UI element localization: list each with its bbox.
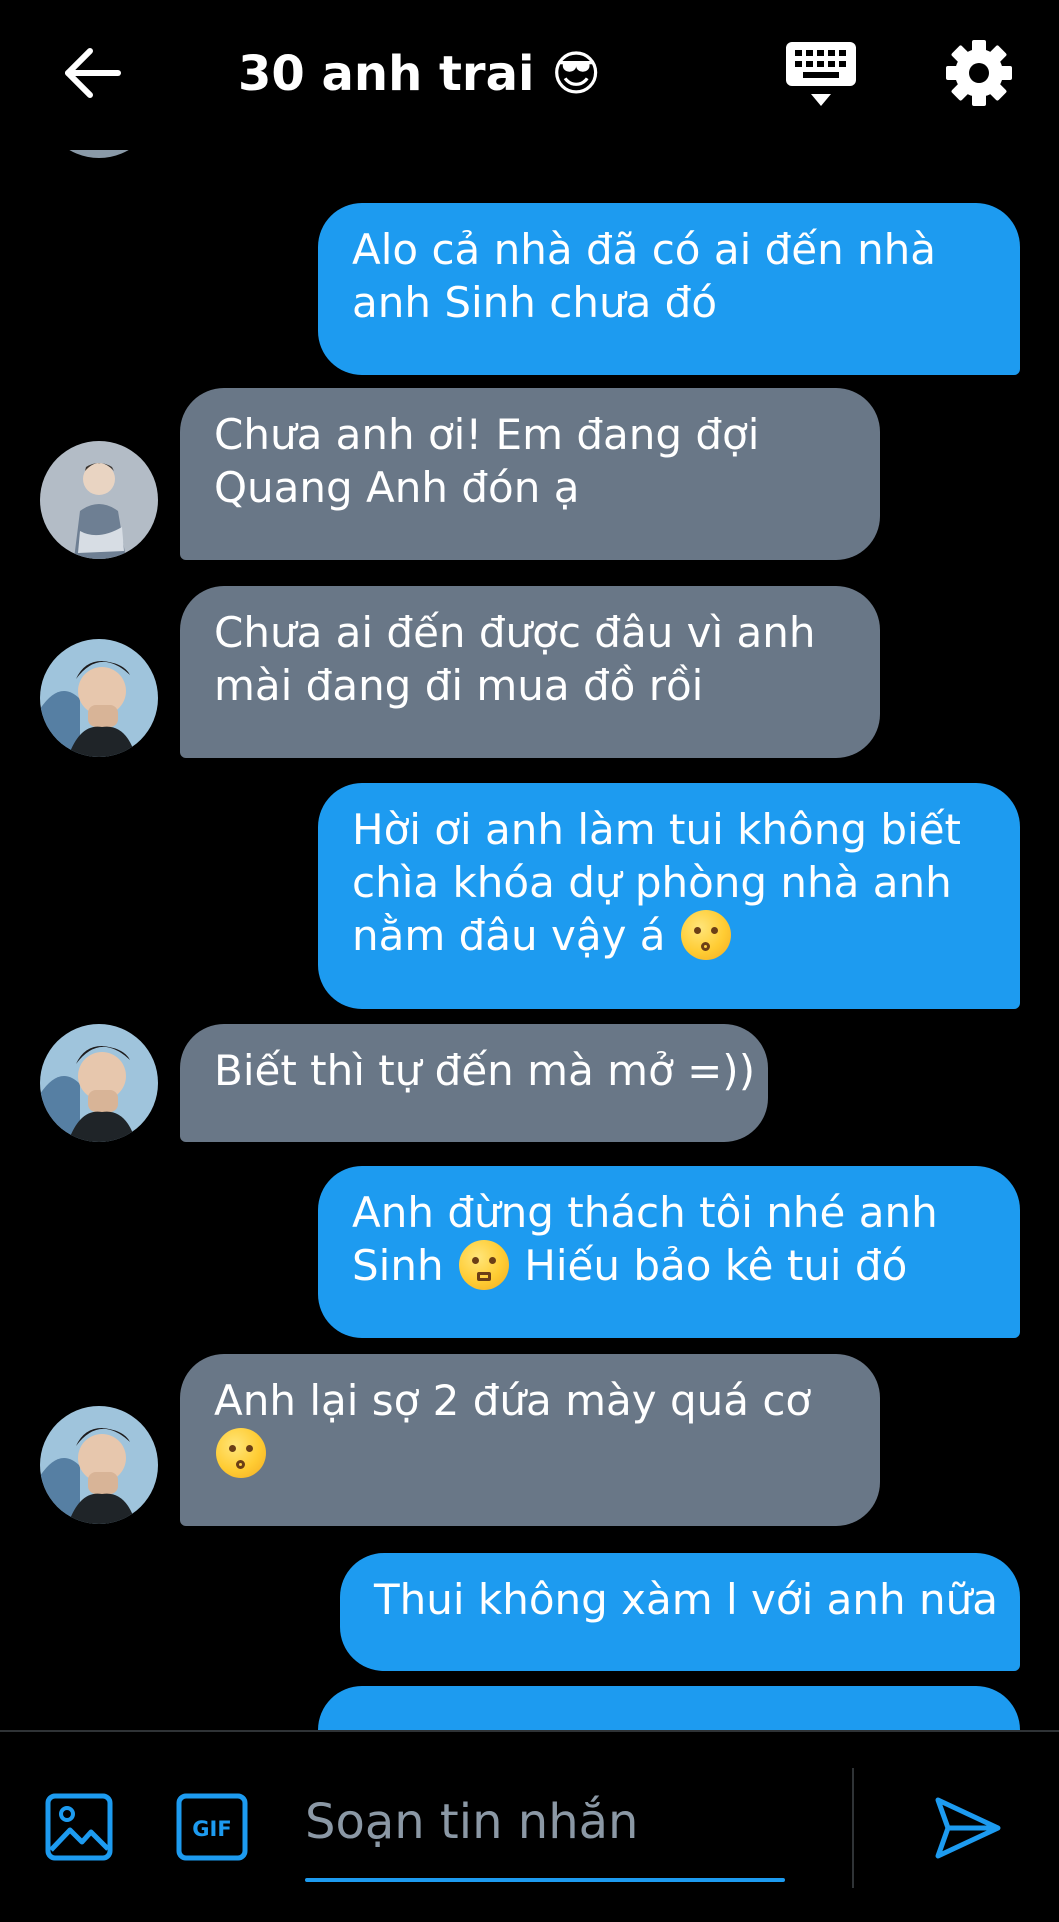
message-line: Hời ơi anh làm tui không biết bbox=[352, 805, 962, 854]
message-input[interactable] bbox=[305, 1794, 785, 1850]
message-bubble-incoming[interactable]: Biết thì tự đến mà mở =)) bbox=[180, 1024, 768, 1142]
message-line: Quang Anh đón ạ bbox=[214, 463, 580, 512]
message-bubble-outgoing[interactable]: Anh đừng thách tôi nhé anh Sinh Hiếu bảo… bbox=[318, 1166, 1020, 1338]
message-line: nằm đâu vậy á bbox=[352, 909, 986, 962]
message-line: mài đang đi mua đồ rồi bbox=[214, 661, 704, 710]
avatar[interactable] bbox=[40, 639, 158, 757]
composer-divider bbox=[852, 1768, 854, 1888]
avatar[interactable] bbox=[40, 1024, 158, 1142]
kissing-face-emoji bbox=[680, 910, 731, 960]
message-line: Biết thì tự đến mà mở =)) bbox=[214, 1046, 756, 1095]
message-bubble-partial[interactable] bbox=[318, 1686, 1020, 1730]
back-button[interactable] bbox=[60, 40, 126, 106]
message-line: anh Sinh chưa đó bbox=[352, 278, 718, 327]
message-line: Thui không xàm l với anh nữa bbox=[374, 1575, 998, 1624]
conversation-title[interactable]: 30 anh trai 😎 bbox=[238, 44, 601, 104]
triumph-face-emoji bbox=[458, 1240, 509, 1290]
message-text: nằm đâu vậy á bbox=[352, 911, 666, 960]
compose-field[interactable] bbox=[305, 1772, 785, 1882]
message-bubble-incoming[interactable]: Anh lại sợ 2 đứa mày quá cơ bbox=[180, 1354, 880, 1526]
keyboard-icon bbox=[786, 42, 856, 106]
gif-label: GIF bbox=[192, 1817, 231, 1841]
message-line: chìa khóa dự phòng nhà anh bbox=[352, 858, 952, 907]
gear-icon bbox=[946, 40, 1012, 106]
message-line: Chưa ai đến được đâu vì anh bbox=[214, 608, 816, 657]
message-line bbox=[214, 1427, 846, 1480]
avatar[interactable] bbox=[40, 441, 158, 559]
message-composer: GIF bbox=[0, 1730, 1059, 1922]
message-line: Chưa anh ơi! Em đang đợi bbox=[214, 410, 760, 459]
keyboard-toggle-button[interactable] bbox=[783, 38, 859, 114]
message-text: Hiếu bảo kê tui đó bbox=[524, 1241, 908, 1290]
message-line: Anh lại sợ 2 đứa mày quá cơ bbox=[214, 1376, 812, 1425]
message-list[interactable]: Alo cả nhà đã có ai đến nhà anh Sinh chư… bbox=[0, 150, 1059, 1730]
message-bubble-incoming[interactable]: Chưa anh ơi! Em đang đợi Quang Anh đón ạ bbox=[180, 388, 880, 560]
image-icon bbox=[45, 1793, 113, 1861]
settings-button[interactable] bbox=[944, 38, 1014, 108]
back-arrow-icon bbox=[65, 48, 121, 98]
message-line: Alo cả nhà đã có ai đến nhà bbox=[352, 225, 937, 274]
avatar[interactable] bbox=[40, 150, 158, 158]
message-text: Sinh bbox=[352, 1241, 444, 1290]
attach-image-button[interactable] bbox=[44, 1792, 114, 1862]
chat-header: 30 anh trai 😎 bbox=[0, 0, 1059, 150]
message-bubble-incoming[interactable]: Chưa ai đến được đâu vì anh mài đang đi … bbox=[180, 586, 880, 758]
send-button[interactable] bbox=[930, 1790, 1006, 1866]
message-bubble-outgoing[interactable]: Thui không xàm l với anh nữa bbox=[340, 1553, 1020, 1671]
attach-gif-button[interactable]: GIF bbox=[176, 1792, 248, 1862]
message-line: Sinh Hiếu bảo kê tui đó bbox=[352, 1239, 986, 1292]
avatar[interactable] bbox=[40, 1406, 158, 1524]
message-line: Anh đừng thách tôi nhé anh bbox=[352, 1188, 938, 1237]
message-bubble-outgoing[interactable]: Hời ơi anh làm tui không biết chìa khóa … bbox=[318, 783, 1020, 1009]
input-focus-underline bbox=[305, 1878, 785, 1882]
kissing-face-emoji bbox=[216, 1428, 266, 1478]
message-bubble-outgoing[interactable]: Alo cả nhà đã có ai đến nhà anh Sinh chư… bbox=[318, 203, 1020, 375]
send-icon bbox=[935, 1797, 1001, 1859]
gif-icon: GIF bbox=[176, 1793, 248, 1861]
